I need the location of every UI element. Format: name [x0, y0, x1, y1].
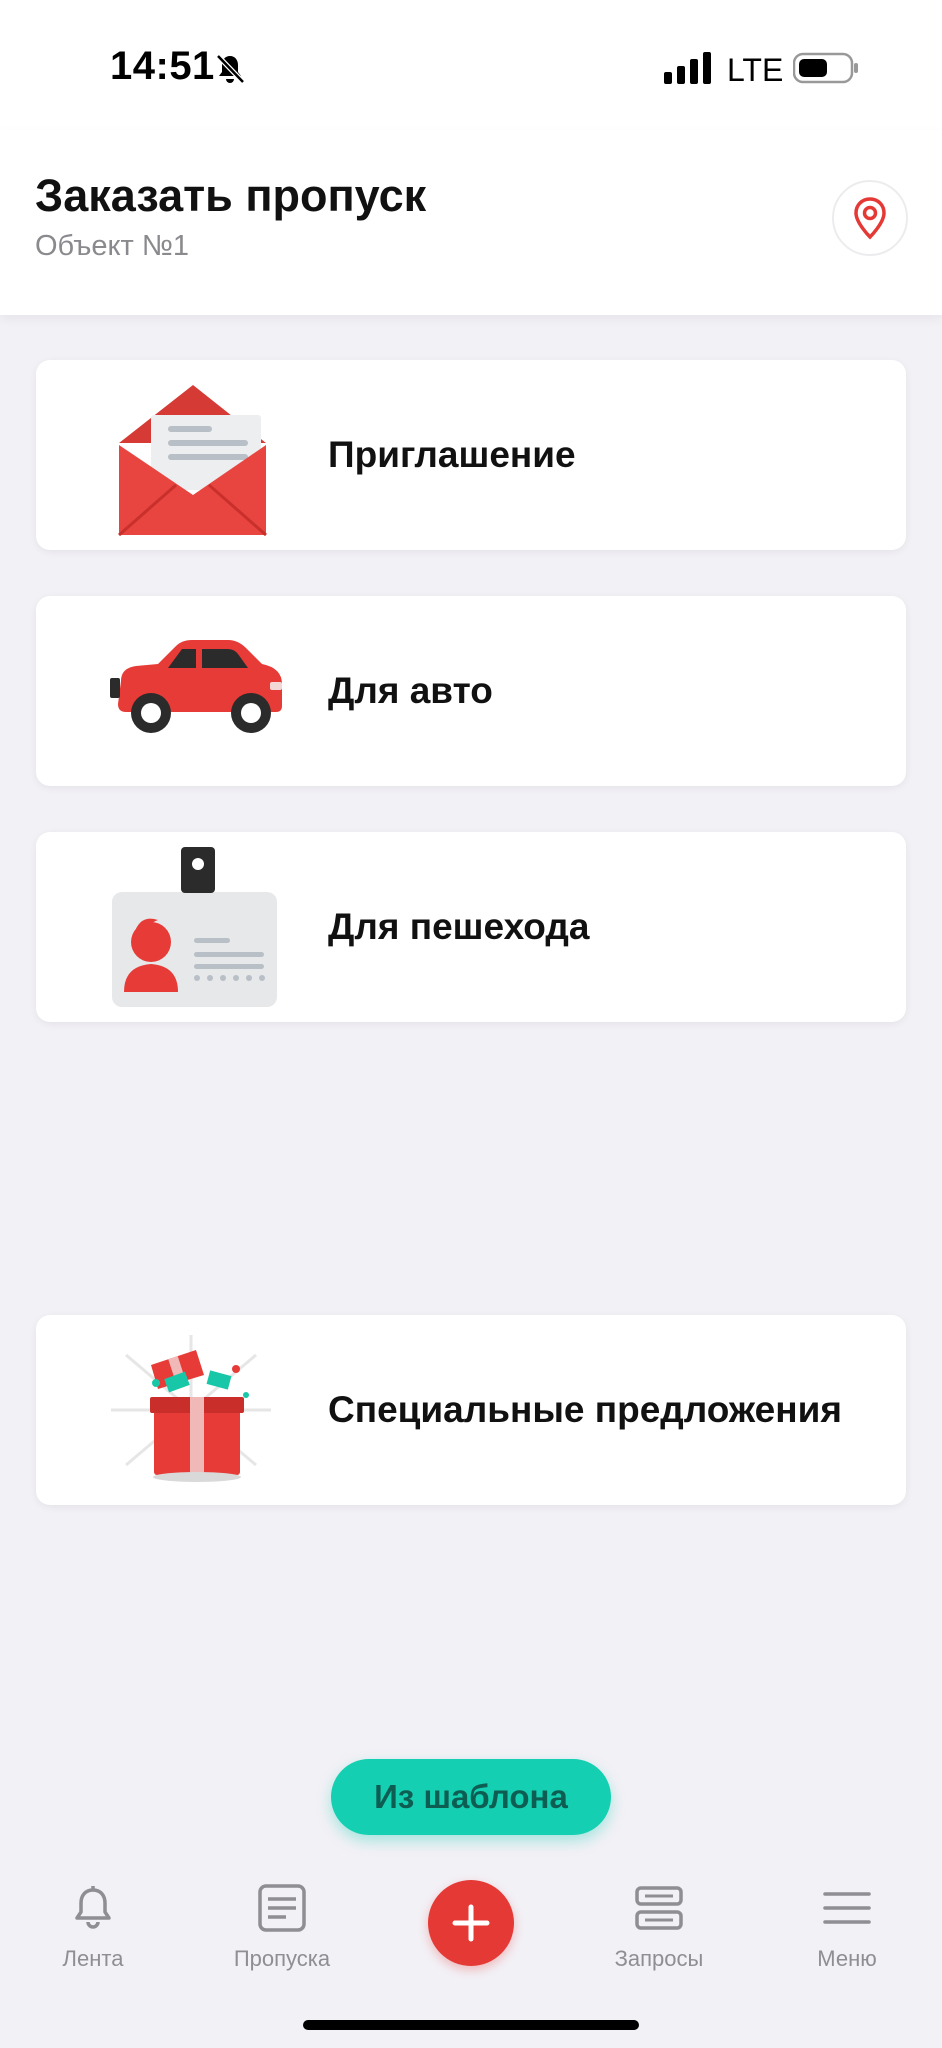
tab-passes[interactable]: Пропуска [207, 1882, 357, 1992]
signal-icon [664, 52, 711, 84]
car-icon [110, 640, 282, 733]
object-selector[interactable]: Объект №1 [35, 230, 189, 263]
tab-requests-label: Запросы [614, 1946, 704, 1971]
bell-icon [75, 1886, 111, 1929]
car-pass-card[interactable]: Для авто [36, 596, 906, 786]
from-template-button[interactable]: Из шаблона [331, 1759, 611, 1835]
header: Заказать пропуск Объект №1 [0, 130, 942, 315]
special-offers-card[interactable]: Специальные предложения [36, 1315, 906, 1505]
tab-feed-label: Лента [62, 1946, 124, 1971]
menu-icon [823, 1892, 871, 1924]
bell-off-icon [216, 54, 245, 84]
pedestrian-pass-label: Для пешехода [328, 906, 590, 947]
id-badge-icon [112, 847, 277, 1007]
status-time: 14:51 [110, 44, 215, 88]
tab-menu[interactable]: Меню [772, 1882, 922, 1992]
tab-bar: Лента Пропуска Запросы Меню [0, 1862, 942, 2048]
add-button[interactable] [428, 1880, 514, 1966]
status-bar: 14:51 LTE [0, 0, 942, 130]
gift-icon [111, 1335, 271, 1482]
tab-passes-label: Пропуска [233, 1946, 331, 1971]
page-title: Заказать пропуск [35, 170, 427, 221]
tab-requests[interactable]: Запросы [584, 1882, 734, 1992]
tab-feed[interactable]: Лента [18, 1882, 168, 1992]
document-icon [258, 1884, 306, 1932]
network-type: LTE [727, 52, 784, 88]
location-pin-icon [854, 197, 886, 240]
special-offers-label: Специальные предложения [328, 1389, 842, 1430]
plus-icon [452, 1904, 490, 1942]
stack-icon [635, 1886, 683, 1930]
screen: 14:51 LTE Заказать пропуск Объект №1 При… [0, 0, 942, 2048]
battery-icon [793, 52, 858, 84]
pedestrian-pass-card[interactable]: Для пешехода [36, 832, 906, 1022]
home-indicator[interactable] [303, 2020, 639, 2030]
envelope-icon [118, 385, 267, 537]
location-button[interactable] [832, 180, 908, 256]
invitation-label: Приглашение [328, 434, 576, 475]
tab-menu-label: Меню [817, 1946, 877, 1971]
invitation-card[interactable]: Приглашение [36, 360, 906, 550]
car-pass-label: Для авто [328, 670, 493, 711]
